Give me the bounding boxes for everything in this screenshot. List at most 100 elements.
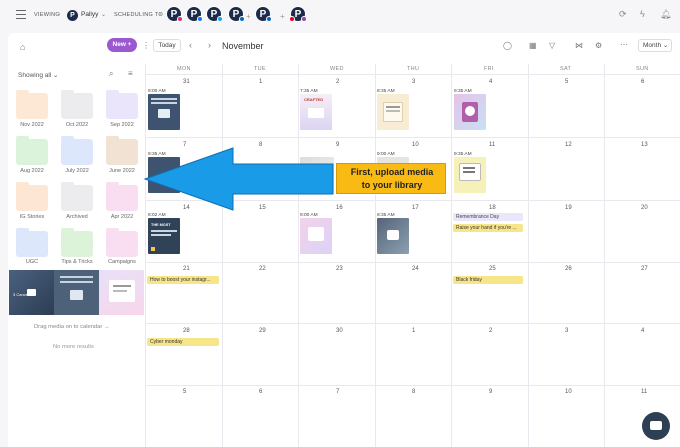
filter-dropdown[interactable]: Showing all ⌄ xyxy=(18,71,59,79)
viewing-label: VIEWING xyxy=(34,12,60,18)
folder-aug-2022[interactable] xyxy=(16,136,48,165)
next-month-icon[interactable]: › xyxy=(208,40,211,50)
folder-archived[interactable] xyxy=(61,182,93,211)
callout-line-2: to your library xyxy=(361,180,423,190)
day-number: 20 xyxy=(641,205,648,211)
day-number: 31 xyxy=(183,79,190,85)
grid-line xyxy=(145,323,680,324)
view-select[interactable]: Month ⌄ xyxy=(638,39,672,52)
profile-avatar-linkedin[interactable]: P xyxy=(228,6,245,22)
profile-status-icon xyxy=(301,16,307,22)
grid-view-icon[interactable]: ▦ xyxy=(529,41,537,50)
folder-campaigns[interactable] xyxy=(106,228,138,257)
drag-handle-icon[interactable]: ⋮ xyxy=(142,41,150,50)
media-thumbnail[interactable] xyxy=(54,270,99,315)
today-button[interactable]: Today xyxy=(153,39,181,52)
profile-avatar-instagram[interactable]: P xyxy=(166,6,183,22)
event-chip[interactable]: Black friday xyxy=(453,276,523,284)
plus-icon: + xyxy=(280,12,285,21)
support-chat-button[interactable] xyxy=(642,412,670,440)
day-number: 27 xyxy=(641,266,648,272)
media-thumbnail[interactable] xyxy=(99,270,144,315)
event-chip[interactable]: Cyber monday xyxy=(147,338,219,346)
sort-icon[interactable]: ≡ xyxy=(128,69,133,78)
top-bar: VIEWING › P Pallyy ⌄ SCHEDULING TO › P P… xyxy=(0,0,680,30)
search-icon[interactable]: ⌕ xyxy=(109,69,113,79)
day-number: 10 xyxy=(412,142,419,148)
day-number: 25 xyxy=(489,266,496,272)
day-number: 12 xyxy=(565,142,572,148)
menu-icon[interactable] xyxy=(16,10,26,19)
chat-icon[interactable]: ◯ xyxy=(503,41,512,50)
day-number: 1 xyxy=(412,328,416,334)
folder-nov-2022[interactable] xyxy=(16,90,48,119)
scheduled-post[interactable] xyxy=(148,94,180,130)
prev-month-icon[interactable]: ‹ xyxy=(189,40,192,50)
annotation-arrow-icon xyxy=(143,147,334,211)
scheduled-post[interactable]: THE MOST xyxy=(148,218,180,254)
day-number: 6 xyxy=(259,389,263,395)
folder-ig-stories[interactable] xyxy=(16,182,48,211)
grid-line xyxy=(145,64,146,447)
folder-apr-2022[interactable] xyxy=(106,182,138,211)
grid-line xyxy=(604,64,605,447)
event-chip[interactable]: Remembrance Day xyxy=(453,213,523,221)
weekday-header: MON xyxy=(177,66,191,72)
profile-avatar-linkedin-2[interactable]: P xyxy=(255,6,272,22)
event-chip[interactable]: Raise your hand if you're ... xyxy=(453,224,523,232)
workspace-logo: P xyxy=(67,10,78,21)
profile-avatar-facebook[interactable]: P xyxy=(186,6,203,22)
more-icon[interactable]: ⋯ xyxy=(620,40,628,49)
folder-sep-2022[interactable] xyxy=(106,90,138,119)
plus-icon: + xyxy=(246,12,251,21)
day-number: 4 xyxy=(489,79,493,85)
gear-icon[interactable]: ⚙ xyxy=(595,41,602,50)
scheduled-post[interactable]: CRAFTED xyxy=(300,94,332,130)
scheduled-post[interactable] xyxy=(377,218,409,254)
event-chip[interactable]: How to boost your instagr... xyxy=(147,276,219,284)
filter-icon[interactable]: ▽ xyxy=(549,41,555,50)
drag-hint: Drag media on to calendar → xyxy=(34,324,110,330)
day-number: 30 xyxy=(336,328,343,334)
chevron-right-icon: › xyxy=(58,11,61,18)
folder-june-2022[interactable] xyxy=(106,136,138,165)
scheduled-post[interactable] xyxy=(300,218,332,254)
scheduled-post[interactable] xyxy=(377,94,409,130)
day-number: 24 xyxy=(412,266,419,272)
day-number: 11 xyxy=(641,389,648,395)
chat-icon xyxy=(650,421,662,430)
weekday-header: SUN xyxy=(636,66,649,72)
day-number: 4 xyxy=(641,328,645,334)
annotation-callout: First, upload media to your library xyxy=(336,163,446,194)
share-icon[interactable]: ⋈ xyxy=(575,41,583,50)
bell-icon[interactable]: 🔔︎ xyxy=(660,9,671,20)
thumb-caption: 3 Cancer xyxy=(13,292,30,297)
folder-label: IG Stories xyxy=(19,214,45,220)
scheduled-post[interactable] xyxy=(454,157,486,193)
day-number: 22 xyxy=(259,266,266,272)
refresh-icon[interactable]: ⟳ xyxy=(619,9,627,20)
new-post-button[interactable]: New + xyxy=(107,38,137,52)
scheduled-post[interactable] xyxy=(454,94,486,130)
home-icon[interactable]: ⌂ xyxy=(20,42,25,52)
media-thumbnail[interactable]: 3 Cancer xyxy=(9,270,54,315)
profile-avatar-twitter[interactable]: P xyxy=(206,6,223,22)
workspace-name[interactable]: Pallyy xyxy=(81,11,98,18)
chevron-right-icon: › xyxy=(159,11,162,18)
day-number: 28 xyxy=(183,328,190,334)
media-library-sidebar: ⌂ Showing all ⌄ ⌕ ≡ Nov 2022 Oct 2022 Se… xyxy=(8,33,145,447)
folder-label: Archived xyxy=(66,214,88,220)
chevron-down-icon[interactable]: ⌄ xyxy=(101,11,106,18)
lightning-icon[interactable]: ϟ xyxy=(640,9,645,19)
day-number: 3 xyxy=(412,79,416,85)
profile-avatar-pinterest[interactable]: P xyxy=(289,6,307,22)
no-more-results: No more results xyxy=(53,344,94,350)
callout-line-1: First, upload media xyxy=(350,167,434,177)
folder-ugc[interactable] xyxy=(16,228,48,257)
folder-july-2022[interactable] xyxy=(61,136,93,165)
folder-oct-2022[interactable] xyxy=(61,90,93,119)
day-number: 2 xyxy=(489,328,493,334)
folder-label: Oct 2022 xyxy=(65,122,89,128)
day-number: 11 xyxy=(489,142,496,148)
folder-tips-tricks[interactable] xyxy=(61,228,93,257)
